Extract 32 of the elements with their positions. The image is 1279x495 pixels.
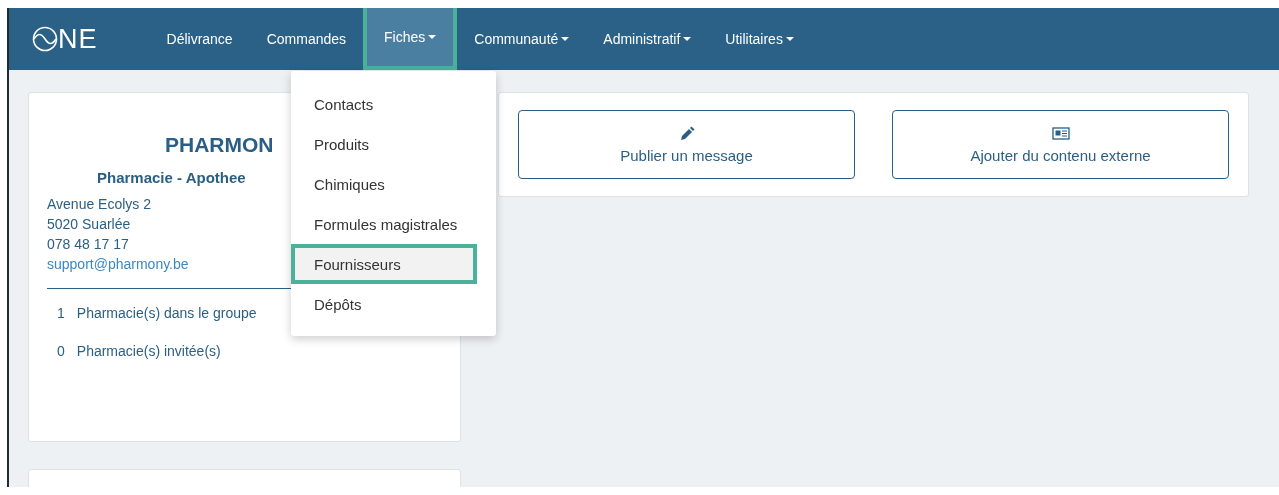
stat-link[interactable]: Pharmacie(s) dans le groupe: [76, 303, 257, 323]
caret-icon: [785, 37, 794, 41]
pencil-icon: [678, 125, 695, 141]
nav-menu-item[interactable]: Communauté: [457, 8, 587, 70]
menu-item[interactable]: Produits: [291, 124, 496, 164]
caret-icon: [428, 35, 437, 39]
nav-menu-item[interactable]: Fiches: [363, 8, 458, 70]
menu-item[interactable]: Dépôts: [291, 284, 496, 324]
menu-item[interactable]: Fournisseurs: [291, 244, 477, 284]
nav-menu-item[interactable]: Délivrance: [149, 8, 250, 70]
menu-item[interactable]: Contacts: [291, 84, 496, 124]
pharmacy-subtitle: Pharmacie - Apothee: [97, 169, 246, 186]
menu-item[interactable]: Formules magistrales: [291, 204, 496, 244]
email-link[interactable]: support@pharmony.be: [47, 254, 189, 274]
action-button[interactable]: Ajouter du contenu externe: [892, 110, 1229, 179]
caret-icon: [561, 37, 570, 41]
nav-menu-item[interactable]: Administratif: [586, 8, 709, 70]
logo-icon: [32, 26, 58, 52]
address-line: Avenue Ecolys 2: [47, 195, 152, 214]
count-text: 1: [57, 304, 65, 323]
address-line: 5020 Suarlée: [47, 215, 131, 234]
menu-item[interactable]: Chimiques: [291, 164, 496, 204]
pharmacy-name: PHARMON: [165, 133, 274, 157]
nav-menu-item[interactable]: Commandes: [249, 8, 364, 70]
action-button[interactable]: Publier un message: [518, 110, 855, 179]
count-text: 0: [57, 342, 65, 361]
caret-icon: [683, 37, 692, 41]
stat-link[interactable]: Pharmacie(s) invitée(s): [76, 341, 221, 361]
newspaper-icon: [1051, 125, 1070, 141]
nav-menu-item[interactable]: Utilitaires: [708, 8, 811, 70]
logo[interactable]: NE: [32, 25, 98, 53]
address-line: 078 48 17 17: [47, 235, 129, 254]
